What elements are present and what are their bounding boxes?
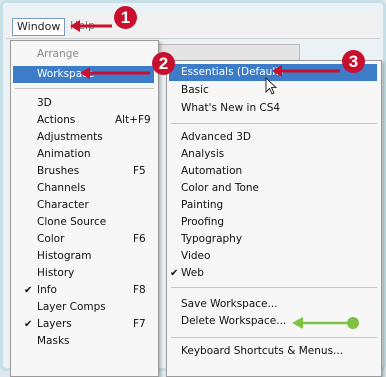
callout-2: 2 <box>152 52 175 75</box>
mouse-pointer-icon <box>265 77 278 95</box>
arrow-2-head <box>80 67 90 79</box>
arrow-1-head <box>70 20 80 32</box>
annotation-arrows <box>70 20 359 329</box>
callout-3: 3 <box>342 50 365 73</box>
callout-1: 1 <box>114 6 137 29</box>
green-dot <box>347 317 359 329</box>
arrow-green-head <box>292 317 303 329</box>
arrow-3-head <box>272 65 282 77</box>
